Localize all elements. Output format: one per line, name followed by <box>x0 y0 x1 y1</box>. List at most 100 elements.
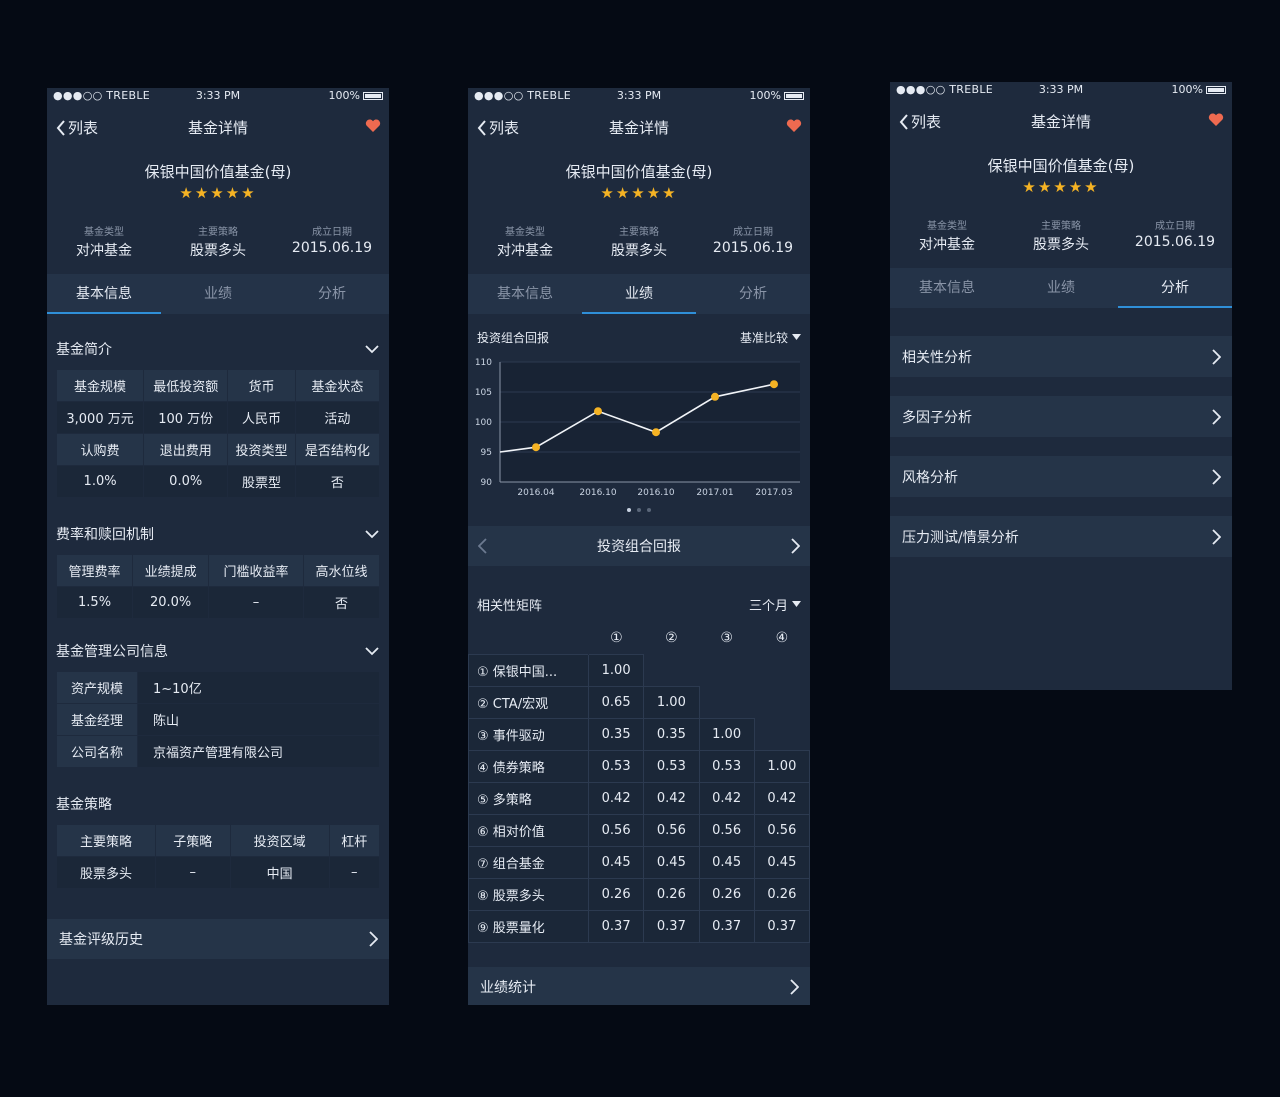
nav-bar: 列表 基金详情 <box>47 104 389 148</box>
table-cell: 高水位线 <box>302 554 381 587</box>
data-point <box>532 443 540 452</box>
status-bar: ●●●○○ TREBLE 3:33 PM 100% <box>890 82 1232 98</box>
meta-label: 成立日期 <box>1155 221 1195 232</box>
x-tick-label: 2017.03 <box>755 488 792 498</box>
analysis-item-style[interactable]: 风格分析 <box>890 456 1232 497</box>
screen-basic-info: ●●●○○ TREBLE 3:33 PM 100% 列表 基金详情 保银中国价值… <box>47 88 389 1005</box>
meta-inception-date: 成立日期 2015.06.19 <box>1118 217 1232 254</box>
corr-title: 相关性矩阵 <box>477 598 543 614</box>
corr-cell: 0.42 <box>643 781 700 815</box>
corr-cell: 0.26 <box>587 877 645 911</box>
heart-icon[interactable] <box>365 119 381 133</box>
corr-cell: 0.56 <box>753 813 810 847</box>
table-cell: 业绩提成 <box>132 554 210 587</box>
corr-col-header: ② <box>643 622 699 654</box>
corr-cell: 0.56 <box>643 813 700 847</box>
tab-performance[interactable]: 业绩 <box>582 274 696 314</box>
chevron-right-icon[interactable] <box>791 538 800 554</box>
meta-label: 主要策略 <box>1041 221 1081 232</box>
battery-percent: 100% <box>749 89 781 102</box>
tab-analysis[interactable]: 分析 <box>1118 268 1232 308</box>
tab-basic-info[interactable]: 基本信息 <box>468 274 582 314</box>
table-cell: 货币 <box>227 369 296 402</box>
portfolio-return-chart: 110 105 100 95 90 2016.04 2016.10 2016.10 2017.0… <box>475 358 800 498</box>
chart-header: 投资组合回报 基准比较 <box>468 322 810 352</box>
rating-history-row[interactable]: 基金评级历史 <box>47 919 389 959</box>
table-cell: 3,000 万元 <box>55 401 145 434</box>
table-cell: 中国 <box>229 856 330 889</box>
tab-performance[interactable]: 业绩 <box>1004 268 1118 308</box>
heart-icon[interactable] <box>786 119 802 133</box>
corr-cell: 0.26 <box>643 877 700 911</box>
tab-analysis[interactable]: 分析 <box>696 274 810 314</box>
item-label: 压力测试/情景分析 <box>902 529 1019 546</box>
analysis-item-multifactor[interactable]: 多因子分析 <box>890 396 1232 437</box>
tab-analysis[interactable]: 分析 <box>275 274 389 314</box>
y-tick-label: 110 <box>475 358 492 368</box>
battery-indicator: 100% <box>329 89 383 102</box>
meta-strategy: 主要策略 股票多头 <box>1004 217 1118 254</box>
status-bar: ●●●○○ TREBLE 3:33 PM 100% <box>47 88 389 104</box>
corr-row-label: ② CTA/宏观 <box>468 685 589 719</box>
x-tick-label: 2016.10 <box>579 488 616 498</box>
table-cell: 子策略 <box>154 824 231 857</box>
analysis-item-stress-test[interactable]: 压力测试/情景分析 <box>890 516 1232 557</box>
chevron-left-icon[interactable] <box>478 538 487 554</box>
heart-icon[interactable] <box>1208 113 1224 127</box>
battery-icon <box>363 91 383 100</box>
rating-stars: ★★★★★ <box>600 184 678 202</box>
corr-cell: 0.45 <box>698 845 755 879</box>
performance-stats-row[interactable]: 业绩统计 <box>468 966 810 1005</box>
chevron-right-icon <box>1212 408 1221 425</box>
table-cell: 认购费 <box>55 433 145 466</box>
corr-row-label: ④ 债券策略 <box>468 749 589 783</box>
corr-cell <box>643 654 699 686</box>
table-cell: 100 万份 <box>143 401 229 434</box>
corr-cell <box>754 718 810 750</box>
table-cell: 最低投资额 <box>143 369 229 402</box>
rating-stars: ★★★★★ <box>179 184 257 202</box>
corr-cell: 0.35 <box>587 717 645 751</box>
table-cell: 主要策略 <box>56 824 156 857</box>
tab-basic-info[interactable]: 基本信息 <box>47 274 161 314</box>
battery-indicator: 100% <box>750 89 804 102</box>
section-company-header[interactable]: 基金管理公司信息 <box>47 631 389 671</box>
table-cell: 基金经理 <box>56 703 138 736</box>
y-tick-label: 90 <box>481 478 493 488</box>
meta-label: 基金类型 <box>505 227 545 238</box>
analysis-list: 相关性分析 多因子分析 风格分析 压力测试/情景分析 <box>890 336 1232 557</box>
data-point <box>770 380 778 389</box>
meta-value: 股票多头 <box>1033 237 1089 253</box>
tab-basic-info[interactable]: 基本信息 <box>890 268 1004 308</box>
meta-label: 成立日期 <box>312 227 352 238</box>
corr-cell: 0.42 <box>698 781 755 815</box>
corr-row-label: ⑦ 组合基金 <box>468 845 589 879</box>
fund-header: 保银中国价值基金(母) ★★★★★ 基金类型 对冲基金 主要策略 股票多头 成立日期… <box>890 142 1232 268</box>
tab-performance[interactable]: 业绩 <box>161 274 275 314</box>
corr-cell: 1.00 <box>753 749 810 783</box>
chevron-right-icon <box>1212 468 1221 485</box>
analysis-item-correlation[interactable]: 相关性分析 <box>890 336 1232 377</box>
corr-corner <box>468 622 589 654</box>
chevron-down-icon <box>365 646 379 655</box>
fees-table: 管理费率 业绩提成 门槛收益率 高水位线 1.5% 20.0% – 否 <box>55 554 381 619</box>
meta-value: 对冲基金 <box>919 237 975 253</box>
section-intro-header[interactable]: 基金简介 <box>47 329 389 369</box>
corr-cell: 0.42 <box>753 781 810 815</box>
table-cell: 管理费率 <box>55 554 134 587</box>
corr-cell: 1.00 <box>587 653 645 687</box>
corr-cell <box>754 686 810 718</box>
fund-name: 保银中国价值基金(母) <box>987 157 1135 175</box>
x-tick-label: 2017.01 <box>696 488 733 498</box>
section-fees-header[interactable]: 费率和赎回机制 <box>47 514 389 554</box>
pager-label: 投资组合回报 <box>597 539 681 555</box>
period-dropdown[interactable]: 三个月 <box>749 595 801 614</box>
correlation-matrix: ① ② ③ ④ ① 保银中国... 1.00 ② CTA/宏观 0.65 1.00 ③… <box>468 622 810 943</box>
table-cell: 股票多头 <box>56 856 156 889</box>
table-cell: 陈山 <box>137 703 380 736</box>
row-label: 业绩统计 <box>480 979 536 996</box>
benchmark-dropdown[interactable]: 基准比较 <box>740 329 801 346</box>
corr-header: 相关性矩阵 三个月 <box>468 586 810 622</box>
chart-title: 投资组合回报 <box>477 330 550 345</box>
corr-cell: 1.00 <box>698 717 755 751</box>
